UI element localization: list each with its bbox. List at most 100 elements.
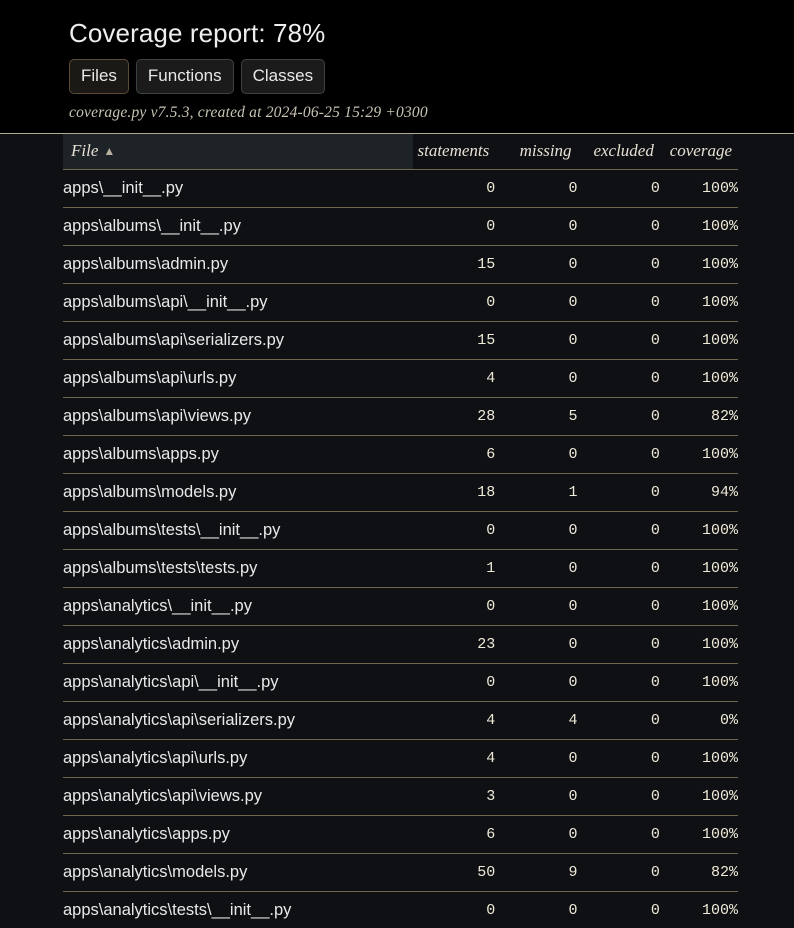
cell-missing: 0 — [495, 663, 578, 702]
cell-coverage: 100% — [659, 169, 738, 208]
cell-excluded: 0 — [577, 739, 660, 778]
cell-missing: 0 — [495, 739, 578, 778]
cell-excluded: 0 — [577, 587, 660, 626]
cell-file[interactable]: apps\albums\api\serializers.py — [63, 321, 413, 360]
table-row: apps\albums\admin.py 15 0 0 100% — [63, 245, 738, 284]
cell-file[interactable]: apps\analytics\models.py — [63, 853, 413, 892]
cell-file[interactable]: apps\__init__.py — [63, 169, 413, 208]
cell-statements: 1 — [413, 549, 496, 588]
cell-file[interactable]: apps\analytics\api\views.py — [63, 777, 413, 816]
table-row: apps\analytics\admin.py 23 0 0 100% — [63, 625, 738, 664]
cell-excluded: 0 — [577, 891, 660, 928]
cell-statements: 0 — [413, 169, 496, 208]
cell-statements: 0 — [413, 663, 496, 702]
cell-statements: 3 — [413, 777, 496, 816]
table-row: apps\albums\api\urls.py 4 0 0 100% — [63, 359, 738, 398]
file-link[interactable]: apps\albums\api\urls.py — [63, 369, 236, 387]
tab-files[interactable]: Files — [69, 59, 129, 94]
table-row: apps\albums\tests\__init__.py 0 0 0 100% — [63, 511, 738, 550]
file-link[interactable]: apps\albums\api\serializers.py — [63, 331, 284, 349]
table-body: apps\__init__.py 0 0 0 100% apps\albums\__ini… — [63, 169, 738, 928]
file-link[interactable]: apps\albums\api\__init__.py — [63, 293, 268, 311]
file-link[interactable]: apps\analytics\apps.py — [63, 825, 230, 843]
cell-file[interactable]: apps\albums\models.py — [63, 473, 413, 512]
coverage-table: File ▲ statements missing excluded covera… — [63, 134, 738, 928]
cell-file[interactable]: apps\analytics\api\serializers.py — [63, 701, 413, 740]
cell-excluded: 0 — [577, 549, 660, 588]
cell-coverage: 0% — [659, 701, 738, 740]
cell-file[interactable]: apps\albums\api\__init__.py — [63, 283, 413, 322]
report-header: Coverage report: 78% Files Functions Cla… — [0, 0, 794, 134]
file-link[interactable]: apps\albums\admin.py — [63, 255, 228, 273]
file-link[interactable]: apps\albums\tests\__init__.py — [63, 521, 280, 539]
file-link[interactable]: apps\albums\models.py — [63, 483, 236, 501]
file-link[interactable]: apps\albums\tests\tests.py — [63, 559, 257, 577]
cell-missing: 9 — [495, 853, 578, 892]
cell-missing: 0 — [495, 321, 578, 360]
cell-missing: 0 — [495, 283, 578, 322]
tab-classes[interactable]: Classes — [240, 59, 326, 94]
cell-coverage: 100% — [659, 207, 738, 246]
cell-excluded: 0 — [577, 283, 660, 322]
cell-missing: 0 — [495, 511, 578, 550]
cell-coverage: 100% — [659, 359, 738, 398]
table-row: apps\__init__.py 0 0 0 100% — [63, 169, 738, 208]
column-header-file[interactable]: File ▲ — [63, 134, 413, 170]
cell-excluded: 0 — [577, 511, 660, 550]
cell-coverage: 100% — [659, 511, 738, 550]
table-row: apps\analytics\api\views.py 3 0 0 100% — [63, 777, 738, 816]
cell-statements: 18 — [413, 473, 496, 512]
cell-file[interactable]: apps\analytics\apps.py — [63, 815, 413, 854]
file-link[interactable]: apps\analytics\api\urls.py — [63, 749, 247, 767]
file-link[interactable]: apps\analytics\api\serializers.py — [63, 711, 295, 729]
cell-file[interactable]: apps\analytics\tests\__init__.py — [63, 891, 413, 928]
file-link[interactable]: apps\analytics\api\views.py — [63, 787, 262, 805]
cell-file[interactable]: apps\albums\tests\tests.py — [63, 549, 413, 588]
cell-file[interactable]: apps\analytics\__init__.py — [63, 587, 413, 626]
tab-functions[interactable]: Functions — [135, 59, 234, 94]
page-title: Coverage report: 78% — [69, 18, 326, 48]
cell-file[interactable]: apps\analytics\admin.py — [63, 625, 413, 664]
cell-coverage: 82% — [659, 853, 738, 892]
report-meta: coverage.py v7.5.3, created at 2024-06-2… — [69, 104, 428, 121]
file-link[interactable]: apps\__init__.py — [63, 179, 183, 197]
cell-coverage: 100% — [659, 283, 738, 322]
cell-file[interactable]: apps\albums\admin.py — [63, 245, 413, 284]
file-link[interactable]: apps\analytics\admin.py — [63, 635, 239, 653]
cell-missing: 5 — [495, 397, 578, 436]
table-header-row: File ▲ statements missing excluded covera… — [63, 134, 738, 170]
cell-excluded: 0 — [577, 663, 660, 702]
cell-coverage: 100% — [659, 815, 738, 854]
table-row: apps\albums\__init__.py 0 0 0 100% — [63, 207, 738, 246]
table-row: apps\analytics\__init__.py 0 0 0 100% — [63, 587, 738, 626]
cell-file[interactable]: apps\albums\api\urls.py — [63, 359, 413, 398]
column-header-coverage[interactable]: coverage — [659, 134, 738, 170]
file-link[interactable]: apps\albums\api\views.py — [63, 407, 251, 425]
cell-file[interactable]: apps\albums\__init__.py — [63, 207, 413, 246]
file-link[interactable]: apps\albums\apps.py — [63, 445, 219, 463]
cell-file[interactable]: apps\analytics\api\urls.py — [63, 739, 413, 778]
file-link[interactable]: apps\analytics\tests\__init__.py — [63, 901, 291, 919]
column-header-statements[interactable]: statements — [413, 134, 496, 170]
cell-file[interactable]: apps\albums\apps.py — [63, 435, 413, 474]
file-link[interactable]: apps\albums\__init__.py — [63, 217, 241, 235]
cell-coverage: 100% — [659, 321, 738, 360]
cell-file[interactable]: apps\albums\tests\__init__.py — [63, 511, 413, 550]
table-row: apps\analytics\models.py 50 9 0 82% — [63, 853, 738, 892]
cell-missing: 0 — [495, 169, 578, 208]
cell-missing: 0 — [495, 435, 578, 474]
cell-statements: 15 — [413, 245, 496, 284]
table-row: apps\analytics\api\__init__.py 0 0 0 100% — [63, 663, 738, 702]
cell-coverage: 100% — [659, 245, 738, 284]
column-header-missing[interactable]: missing — [495, 134, 578, 170]
cell-file[interactable]: apps\albums\api\views.py — [63, 397, 413, 436]
column-header-excluded[interactable]: excluded — [577, 134, 660, 170]
file-link[interactable]: apps\analytics\__init__.py — [63, 597, 252, 615]
cell-excluded: 0 — [577, 777, 660, 816]
cell-missing: 0 — [495, 891, 578, 928]
file-link[interactable]: apps\analytics\api\__init__.py — [63, 673, 279, 691]
cell-missing: 0 — [495, 549, 578, 588]
cell-coverage: 82% — [659, 397, 738, 436]
file-link[interactable]: apps\analytics\models.py — [63, 863, 247, 881]
cell-file[interactable]: apps\analytics\api\__init__.py — [63, 663, 413, 702]
